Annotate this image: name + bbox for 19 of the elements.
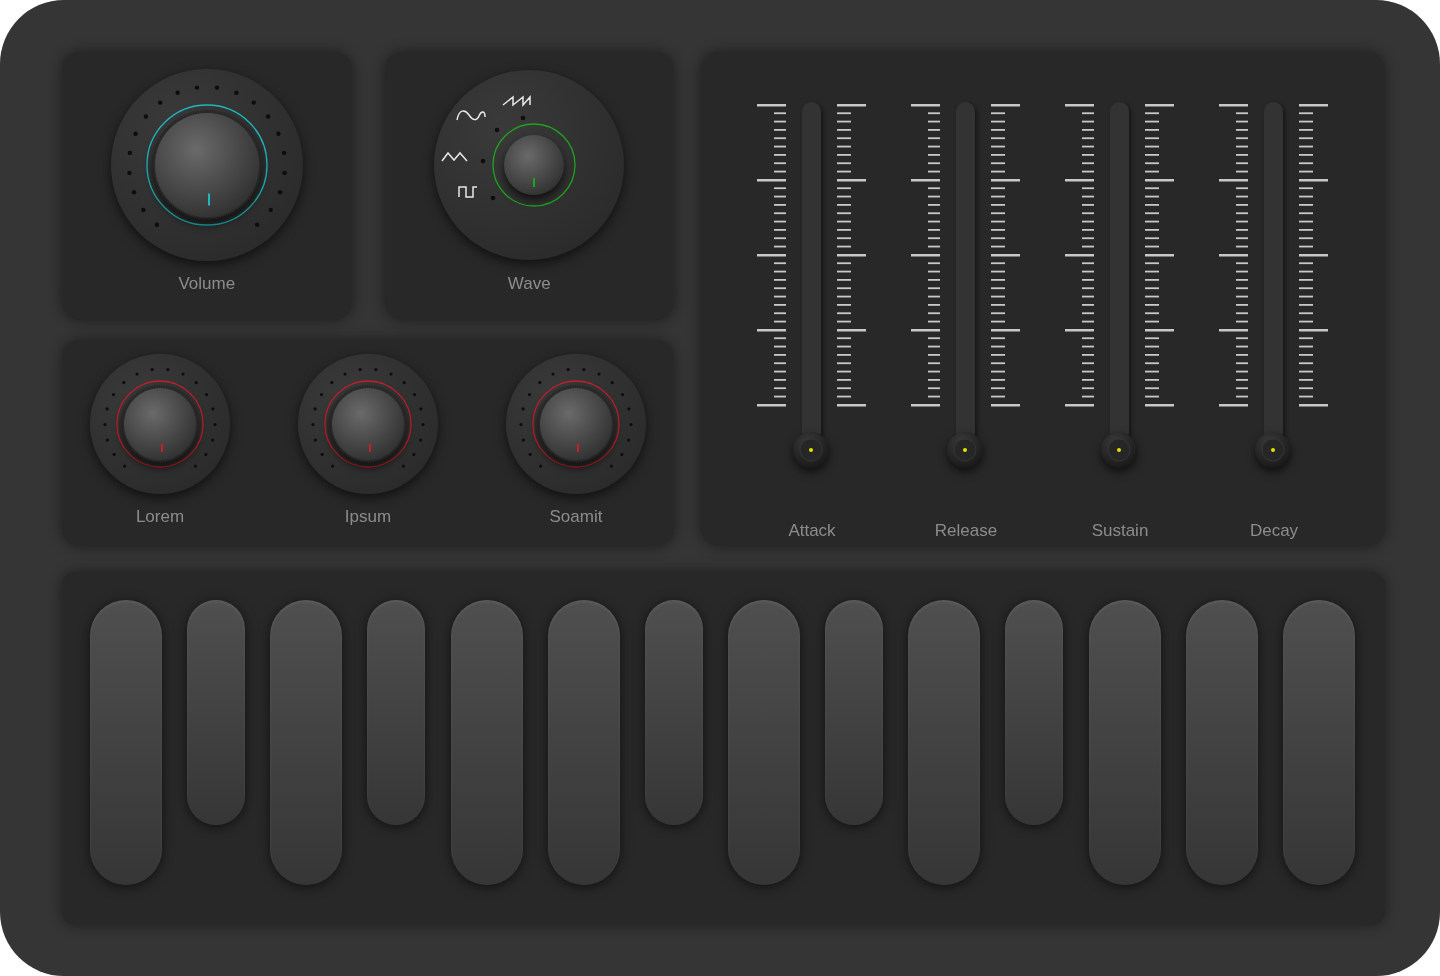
knob-label: Soamit — [549, 506, 603, 528]
knob-label: Wave — [507, 273, 551, 295]
slider-thumb[interactable] — [1101, 432, 1137, 468]
slider-label: Decay — [1249, 520, 1299, 542]
knob-label: Volume — [178, 273, 236, 295]
rotary-knob[interactable] — [151, 110, 262, 220]
knob-label: Lorem — [135, 506, 185, 528]
rotary-knob[interactable] — [504, 135, 565, 195]
slider-thumb[interactable] — [793, 432, 829, 468]
slider-label: Sustain — [1091, 520, 1149, 542]
slider-thumb[interactable] — [1255, 432, 1291, 468]
triangle-wave-icon — [441, 151, 468, 162]
sine-wave-icon — [456, 110, 486, 121]
knob-label: Ipsum — [344, 506, 392, 528]
sawtooth-wave-icon — [502, 95, 531, 107]
slider-thumb[interactable] — [947, 432, 983, 468]
slider-label: Release — [934, 520, 998, 542]
slider-label: Attack — [788, 520, 836, 542]
square-wave-icon — [458, 186, 478, 198]
